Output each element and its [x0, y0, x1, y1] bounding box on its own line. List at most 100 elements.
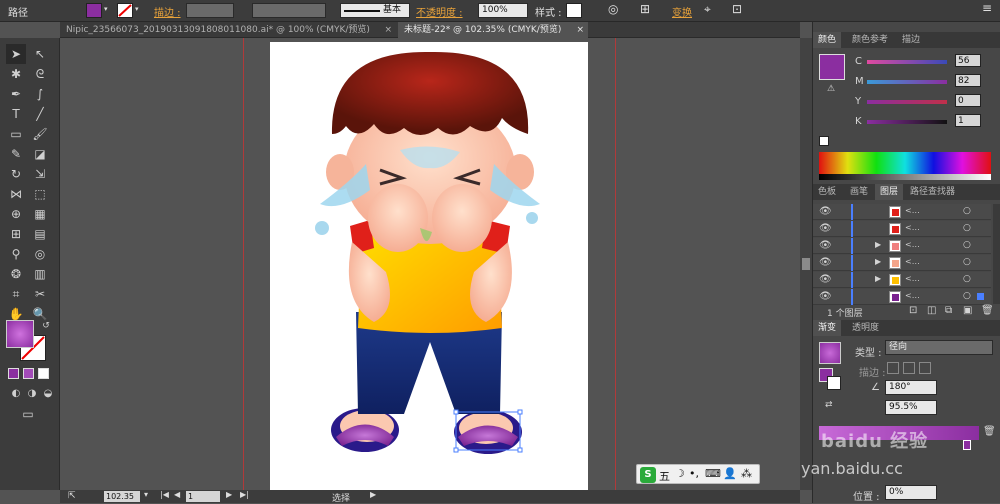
layer-row[interactable]: 👁 ▶ <… ○: [813, 238, 991, 254]
stroke-weight-field[interactable]: [186, 3, 234, 18]
swap-fill-stroke-icon[interactable]: ↺: [36, 316, 56, 336]
shape-builder-tool-icon[interactable]: ⊕: [6, 204, 26, 224]
target-circle-icon[interactable]: ○: [963, 274, 971, 284]
eraser-tool-icon[interactable]: ◪: [30, 144, 50, 164]
stroke-gradient-across-icon[interactable]: [919, 362, 931, 374]
reverse-gradient-icon[interactable]: ⇄: [825, 400, 833, 410]
none-color-icon[interactable]: [819, 136, 829, 146]
artboard-nav-icon[interactable]: ⇱: [68, 491, 76, 501]
artboard-tool-icon[interactable]: ⌗: [6, 284, 26, 304]
tab-color[interactable]: 颜色: [813, 32, 842, 48]
last-artboard-icon[interactable]: ▶|: [240, 490, 249, 499]
slice-tool-icon[interactable]: ✂: [30, 284, 50, 304]
gradient-stop-end[interactable]: [963, 440, 971, 450]
pencil-tool-icon[interactable]: ✎: [6, 144, 26, 164]
layer-name[interactable]: <…: [905, 240, 920, 249]
ime-grid-icon[interactable]: ⁂: [741, 467, 752, 480]
color-panel-fill-swatch[interactable]: [819, 54, 845, 80]
target-circle-icon[interactable]: ○: [963, 223, 971, 233]
tab-swatches[interactable]: 色板: [813, 184, 841, 200]
vertical-scrollbar[interactable]: [800, 38, 812, 490]
visibility-eye-icon[interactable]: 👁: [819, 223, 832, 234]
artboard[interactable]: [270, 42, 588, 490]
mesh-tool-icon[interactable]: ⊞: [6, 224, 26, 244]
layers-scrollbar[interactable]: [993, 204, 1000, 304]
column-graph-tool-icon[interactable]: ▥: [30, 264, 50, 284]
expand-arrow-icon[interactable]: ▶: [875, 257, 881, 266]
width-tool-icon[interactable]: ⋈: [6, 184, 26, 204]
transform-link[interactable]: 变换: [672, 4, 692, 19]
align-icon[interactable]: ⊞: [640, 2, 650, 16]
delete-layer-icon[interactable]: 🗑: [981, 305, 994, 316]
artboard-number-field[interactable]: 1: [186, 491, 220, 502]
layer-row[interactable]: 👁 ▶ <… ○: [813, 255, 991, 271]
layer-name[interactable]: <…: [905, 274, 920, 283]
zoom-field[interactable]: 102.35: [104, 491, 140, 502]
opacity-field[interactable]: 100%: [478, 3, 528, 18]
graphic-style-swatch[interactable]: [566, 3, 582, 18]
isolate-group-icon[interactable]: ⊡: [732, 2, 742, 16]
perspective-grid-tool-icon[interactable]: ▦: [30, 204, 50, 224]
make-clipping-mask-icon[interactable]: ◫: [927, 305, 936, 316]
stroke-gradient-within-icon[interactable]: [887, 362, 899, 374]
none-mode-icon[interactable]: [38, 368, 49, 379]
layer-row[interactable]: 👁 ▶ <… ○: [813, 272, 991, 288]
layer-row[interactable]: 👁 <… ○: [813, 221, 991, 237]
scrollbar-thumb[interactable]: [802, 258, 810, 270]
out-of-gamut-icon[interactable]: ⚠: [827, 84, 835, 94]
crying-boy-illustration[interactable]: [270, 42, 588, 490]
status-menu-arrow-icon[interactable]: ▶: [370, 490, 376, 499]
ime-punct-icon[interactable]: •,: [689, 467, 699, 480]
tab-transparency[interactable]: 透明度: [847, 320, 884, 336]
blend-tool-icon[interactable]: ◎: [30, 244, 50, 264]
ime-mode-label[interactable]: 五: [659, 468, 670, 484]
gradient-type-dropdown[interactable]: 径向: [885, 340, 993, 355]
visibility-eye-icon[interactable]: 👁: [819, 274, 832, 285]
scale-tool-icon[interactable]: ⇲: [30, 164, 50, 184]
target-circle-icon[interactable]: ○: [963, 291, 971, 301]
tab-close-icon[interactable]: ×: [576, 22, 584, 38]
expand-arrow-icon[interactable]: ▶: [875, 274, 881, 283]
gradient-mode-icon[interactable]: [23, 368, 34, 379]
transform-icon[interactable]: ⌖: [704, 2, 711, 17]
stroke-label-link[interactable]: 描边 :: [154, 4, 181, 19]
channel-y-value[interactable]: 0: [955, 94, 981, 107]
locate-object-icon[interactable]: ⊡: [909, 305, 917, 316]
channel-y-slider[interactable]: [867, 100, 947, 104]
new-sublayer-icon[interactable]: ⧉: [945, 305, 952, 316]
grayscale-bar[interactable]: [819, 174, 991, 180]
rectangle-tool-icon[interactable]: ▭: [6, 124, 26, 144]
variable-width-dropdown[interactable]: [252, 3, 326, 18]
layer-name[interactable]: <…: [905, 206, 920, 215]
opacity-label-link[interactable]: 不透明度 :: [416, 4, 463, 19]
tab-brushes[interactable]: 画笔: [845, 184, 873, 200]
free-transform-tool-icon[interactable]: ⬚: [30, 184, 50, 204]
gradient-angle-field[interactable]: 180°: [885, 380, 937, 395]
tab-stroke[interactable]: 描边: [897, 32, 925, 48]
layer-name[interactable]: <…: [905, 257, 920, 266]
first-artboard-icon[interactable]: |◀: [160, 490, 169, 499]
selection-tool-icon[interactable]: ➤: [6, 44, 26, 64]
fill-color-front[interactable]: [6, 320, 34, 348]
layer-row[interactable]: 👁 <… ○: [813, 289, 991, 305]
zoom-dropdown-arrow-icon[interactable]: ▾: [144, 490, 148, 499]
channel-c-slider[interactable]: [867, 60, 947, 64]
direct-selection-tool-icon[interactable]: ↖: [30, 44, 50, 64]
visibility-eye-icon[interactable]: 👁: [819, 257, 832, 268]
line-segment-tool-icon[interactable]: ╱: [30, 104, 50, 124]
pen-tool-icon[interactable]: ✒: [6, 84, 26, 104]
gradient-stroke-icon[interactable]: [827, 376, 841, 390]
tab-pathfinder[interactable]: 路径查找器: [905, 184, 960, 200]
stroke-swatch[interactable]: [117, 3, 133, 18]
visibility-eye-icon[interactable]: 👁: [819, 240, 832, 251]
channel-c-value[interactable]: 56: [955, 54, 981, 67]
screen-mode-icon[interactable]: ▭: [18, 404, 38, 424]
fill-dropdown-arrow-icon[interactable]: ▾: [104, 5, 108, 13]
visibility-eye-icon[interactable]: 👁: [819, 291, 832, 302]
magic-wand-tool-icon[interactable]: ✱: [6, 64, 26, 84]
target-circle-icon[interactable]: ○: [963, 257, 971, 267]
color-spectrum-bar[interactable]: [819, 152, 991, 174]
layer-name[interactable]: <…: [905, 223, 920, 232]
rotate-tool-icon[interactable]: ↻: [6, 164, 26, 184]
tab-layers[interactable]: 图层: [875, 184, 904, 200]
